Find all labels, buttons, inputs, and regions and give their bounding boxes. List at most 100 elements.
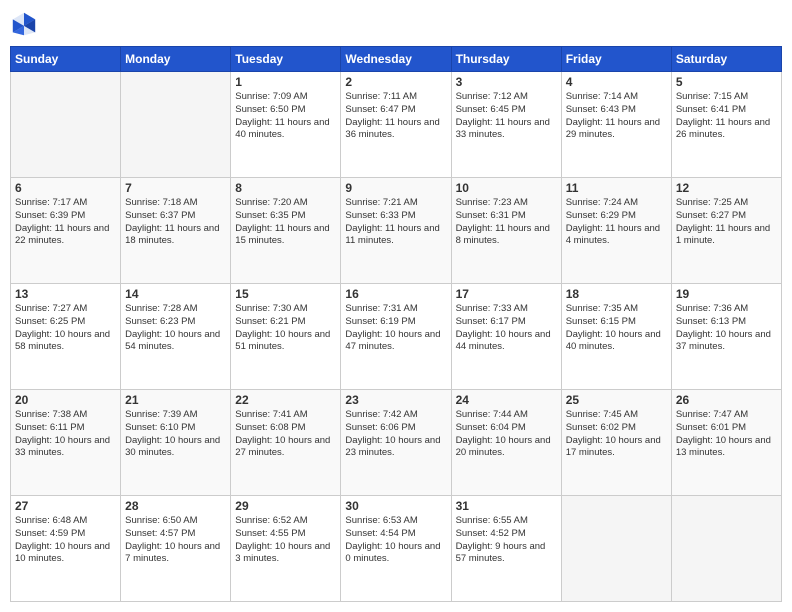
day-info: Sunrise: 7:18 AM Sunset: 6:37 PM Dayligh…: [125, 197, 226, 248]
day-info: Sunrise: 7:25 AM Sunset: 6:27 PM Dayligh…: [676, 197, 777, 248]
calendar-cell: 11Sunrise: 7:24 AM Sunset: 6:29 PM Dayli…: [561, 178, 671, 284]
day-info: Sunrise: 7:30 AM Sunset: 6:21 PM Dayligh…: [235, 303, 336, 354]
day-number: 18: [566, 287, 667, 301]
day-info: Sunrise: 7:38 AM Sunset: 6:11 PM Dayligh…: [15, 409, 116, 460]
day-info: Sunrise: 7:11 AM Sunset: 6:47 PM Dayligh…: [345, 91, 446, 142]
calendar-cell: 1 Sunrise: 7:09 AM Sunset: 6:50 PM Daylig…: [231, 72, 341, 178]
calendar-cell: 10Sunrise: 7:23 AM Sunset: 6:31 PM Dayli…: [451, 178, 561, 284]
day-number: 31: [456, 499, 557, 513]
day-info: Sunrise: 7:39 AM Sunset: 6:10 PM Dayligh…: [125, 409, 226, 460]
day-info: Sunrise: 7:17 AM Sunset: 6:39 PM Dayligh…: [15, 197, 116, 248]
day-info: Sunrise: 7:27 AM Sunset: 6:25 PM Dayligh…: [15, 303, 116, 354]
day-info: Sunrise: 7:44 AM Sunset: 6:04 PM Dayligh…: [456, 409, 557, 460]
day-number: 6: [15, 181, 116, 195]
day-info: Sunrise: 7:42 AM Sunset: 6:06 PM Dayligh…: [345, 409, 446, 460]
day-number: 24: [456, 393, 557, 407]
calendar-table: SundayMondayTuesdayWednesdayThursdayFrid…: [10, 46, 782, 602]
calendar-week-row: 20 Sunrise: 7:38 AM Sunset: 6:11 PM Dayli…: [11, 390, 782, 496]
day-info: Sunrise: 7:20 AM Sunset: 6:35 PM Dayligh…: [235, 197, 336, 248]
calendar-cell: 23 Sunrise: 7:42 AM Sunset: 6:06 PM Dayli…: [341, 390, 451, 496]
day-number: 25: [566, 393, 667, 407]
day-info: Sunrise: 7:12 AM Sunset: 6:45 PM Dayligh…: [456, 91, 557, 142]
calendar-cell: 18 Sunrise: 7:35 AM Sunset: 6:15 PM Dayli…: [561, 284, 671, 390]
page: SundayMondayTuesdayWednesdayThursdayFrid…: [0, 0, 792, 612]
calendar-cell: 31 Sunrise: 6:55 AM Sunset: 4:52 PM Dayli…: [451, 496, 561, 602]
day-info: Sunrise: 6:55 AM Sunset: 4:52 PM Dayligh…: [456, 515, 557, 566]
calendar-cell: 22 Sunrise: 7:41 AM Sunset: 6:08 PM Dayli…: [231, 390, 341, 496]
day-info: Sunrise: 6:52 AM Sunset: 4:55 PM Dayligh…: [235, 515, 336, 566]
day-number: 19: [676, 287, 777, 301]
calendar-cell: 2 Sunrise: 7:11 AM Sunset: 6:47 PM Daylig…: [341, 72, 451, 178]
calendar-cell: 6 Sunrise: 7:17 AM Sunset: 6:39 PM Daylig…: [11, 178, 121, 284]
day-number: 12: [676, 181, 777, 195]
day-number: 20: [15, 393, 116, 407]
logo: [10, 10, 42, 38]
day-number: 14: [125, 287, 226, 301]
logo-icon: [10, 10, 38, 38]
day-number: 22: [235, 393, 336, 407]
weekday-header-monday: Monday: [121, 47, 231, 72]
day-number: 30: [345, 499, 446, 513]
day-number: 16: [345, 287, 446, 301]
calendar-cell: 30 Sunrise: 6:53 AM Sunset: 4:54 PM Dayli…: [341, 496, 451, 602]
day-number: 5: [676, 75, 777, 89]
calendar-week-row: 13Sunrise: 7:27 AM Sunset: 6:25 PM Dayli…: [11, 284, 782, 390]
calendar-cell: 7 Sunrise: 7:18 AM Sunset: 6:37 PM Daylig…: [121, 178, 231, 284]
calendar-cell: 15 Sunrise: 7:30 AM Sunset: 6:21 PM Dayli…: [231, 284, 341, 390]
calendar-cell: 3 Sunrise: 7:12 AM Sunset: 6:45 PM Daylig…: [451, 72, 561, 178]
calendar-cell: 24 Sunrise: 7:44 AM Sunset: 6:04 PM Dayli…: [451, 390, 561, 496]
weekday-header-wednesday: Wednesday: [341, 47, 451, 72]
day-info: Sunrise: 7:14 AM Sunset: 6:43 PM Dayligh…: [566, 91, 667, 142]
calendar-cell: [11, 72, 121, 178]
day-info: Sunrise: 7:28 AM Sunset: 6:23 PM Dayligh…: [125, 303, 226, 354]
day-info: Sunrise: 7:21 AM Sunset: 6:33 PM Dayligh…: [345, 197, 446, 248]
calendar-cell: 5 Sunrise: 7:15 AM Sunset: 6:41 PM Daylig…: [671, 72, 781, 178]
calendar-cell: 4 Sunrise: 7:14 AM Sunset: 6:43 PM Daylig…: [561, 72, 671, 178]
calendar-cell: 17 Sunrise: 7:33 AM Sunset: 6:17 PM Dayli…: [451, 284, 561, 390]
day-number: 21: [125, 393, 226, 407]
calendar-cell: [121, 72, 231, 178]
day-info: Sunrise: 7:15 AM Sunset: 6:41 PM Dayligh…: [676, 91, 777, 142]
day-info: Sunrise: 6:53 AM Sunset: 4:54 PM Dayligh…: [345, 515, 446, 566]
day-info: Sunrise: 7:09 AM Sunset: 6:50 PM Dayligh…: [235, 91, 336, 142]
day-info: Sunrise: 7:24 AM Sunset: 6:29 PM Dayligh…: [566, 197, 667, 248]
day-info: Sunrise: 7:33 AM Sunset: 6:17 PM Dayligh…: [456, 303, 557, 354]
calendar-cell: 14 Sunrise: 7:28 AM Sunset: 6:23 PM Dayli…: [121, 284, 231, 390]
day-info: Sunrise: 7:35 AM Sunset: 6:15 PM Dayligh…: [566, 303, 667, 354]
calendar-cell: 28Sunrise: 6:50 AM Sunset: 4:57 PM Dayli…: [121, 496, 231, 602]
day-number: 3: [456, 75, 557, 89]
weekday-header-tuesday: Tuesday: [231, 47, 341, 72]
day-number: 29: [235, 499, 336, 513]
header: [10, 10, 782, 38]
day-number: 15: [235, 287, 336, 301]
day-number: 7: [125, 181, 226, 195]
calendar-cell: 26Sunrise: 7:47 AM Sunset: 6:01 PM Dayli…: [671, 390, 781, 496]
calendar-cell: 25 Sunrise: 7:45 AM Sunset: 6:02 PM Dayli…: [561, 390, 671, 496]
calendar-week-row: 6 Sunrise: 7:17 AM Sunset: 6:39 PM Daylig…: [11, 178, 782, 284]
calendar-cell: 9 Sunrise: 7:21 AM Sunset: 6:33 PM Daylig…: [341, 178, 451, 284]
day-info: Sunrise: 7:36 AM Sunset: 6:13 PM Dayligh…: [676, 303, 777, 354]
day-number: 26: [676, 393, 777, 407]
day-number: 27: [15, 499, 116, 513]
day-number: 9: [345, 181, 446, 195]
day-number: 2: [345, 75, 446, 89]
weekday-header-friday: Friday: [561, 47, 671, 72]
calendar-cell: 19 Sunrise: 7:36 AM Sunset: 6:13 PM Dayli…: [671, 284, 781, 390]
day-number: 23: [345, 393, 446, 407]
day-info: Sunrise: 6:48 AM Sunset: 4:59 PM Dayligh…: [15, 515, 116, 566]
weekday-header-sunday: Sunday: [11, 47, 121, 72]
calendar-cell: 12 Sunrise: 7:25 AM Sunset: 6:27 PM Dayli…: [671, 178, 781, 284]
calendar-cell: 27 Sunrise: 6:48 AM Sunset: 4:59 PM Dayli…: [11, 496, 121, 602]
day-number: 17: [456, 287, 557, 301]
day-number: 1: [235, 75, 336, 89]
day-info: Sunrise: 6:50 AM Sunset: 4:57 PM Dayligh…: [125, 515, 226, 566]
day-info: Sunrise: 7:41 AM Sunset: 6:08 PM Dayligh…: [235, 409, 336, 460]
calendar-cell: 20 Sunrise: 7:38 AM Sunset: 6:11 PM Dayli…: [11, 390, 121, 496]
weekday-header-saturday: Saturday: [671, 47, 781, 72]
weekday-header-thursday: Thursday: [451, 47, 561, 72]
day-number: 8: [235, 181, 336, 195]
calendar-cell: 16Sunrise: 7:31 AM Sunset: 6:19 PM Dayli…: [341, 284, 451, 390]
day-info: Sunrise: 7:45 AM Sunset: 6:02 PM Dayligh…: [566, 409, 667, 460]
day-number: 4: [566, 75, 667, 89]
calendar-cell: 13Sunrise: 7:27 AM Sunset: 6:25 PM Dayli…: [11, 284, 121, 390]
